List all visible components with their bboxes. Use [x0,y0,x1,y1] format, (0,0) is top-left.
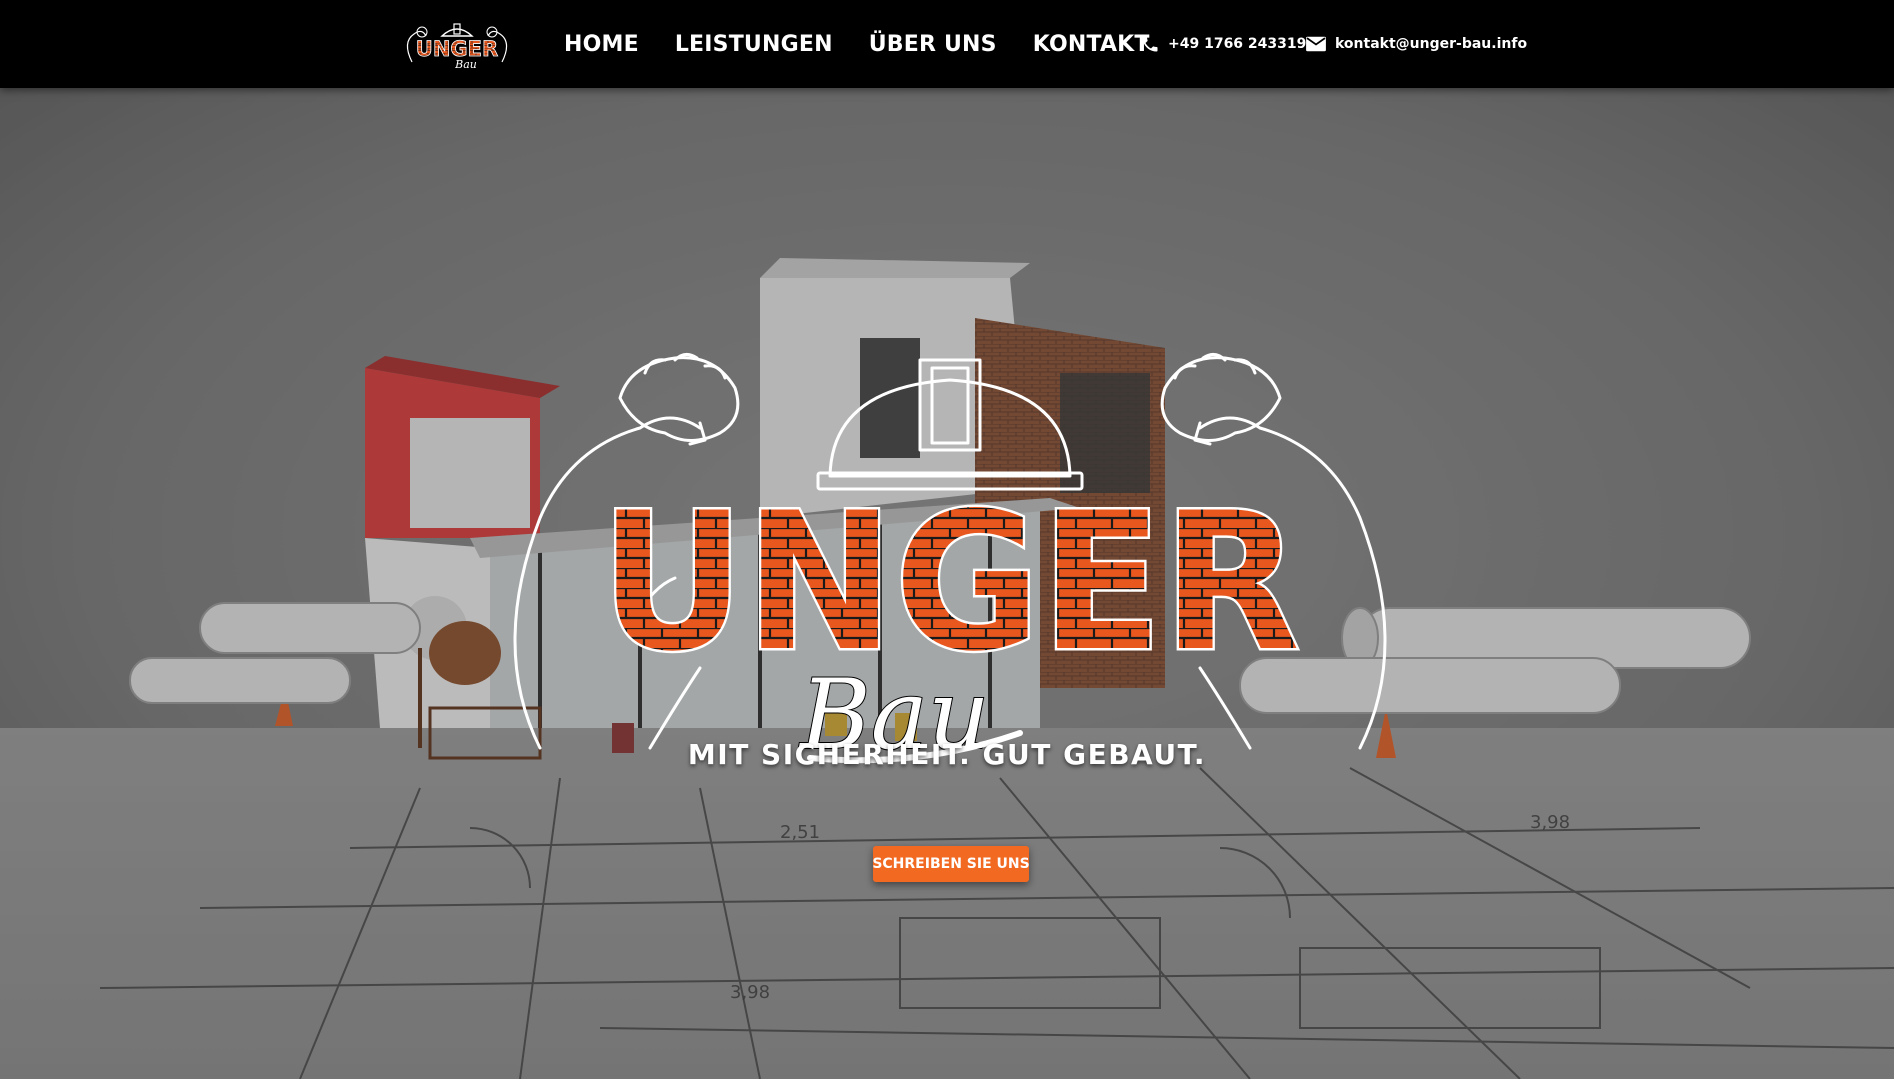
phone-icon [1140,34,1160,54]
phone-number: +49 1766 2433192 [1168,36,1317,52]
page: UNGER Bau HOME LEISTUNGEN ÜBER UNS KONTA… [0,0,1894,1079]
mail-icon [1305,35,1327,53]
nav-home[interactable]: HOME [564,32,639,57]
email-address: kontakt@unger-bau.info [1335,36,1528,52]
email-link[interactable]: kontakt@unger-bau.info [1305,0,1527,88]
nav-leistungen[interactable]: LEISTUNGEN [675,32,833,57]
phone-link[interactable]: +49 1766 2433192 [1140,0,1316,88]
main-nav: HOME LEISTUNGEN ÜBER UNS KONTAKT [564,0,1150,88]
top-navigation-bar: UNGER Bau HOME LEISTUNGEN ÜBER UNS KONTA… [0,0,1894,88]
header-logo[interactable]: UNGER Bau [400,18,514,74]
nav-ueber-uns[interactable]: ÜBER UNS [869,32,997,57]
hero-section: 3,98 3,98 2,51 UNGER Bau MIT SICHERHEIT.… [0,88,1894,1079]
header-logo-sub: Bau [454,58,477,71]
cta-write-us-button[interactable]: SCHREIBEN SIE UNS [872,846,1030,882]
hero-tagline: MIT SICHERHEIT. GUT GEBAUT. [687,738,1207,771]
nav-kontakt[interactable]: KONTAKT [1033,32,1150,57]
